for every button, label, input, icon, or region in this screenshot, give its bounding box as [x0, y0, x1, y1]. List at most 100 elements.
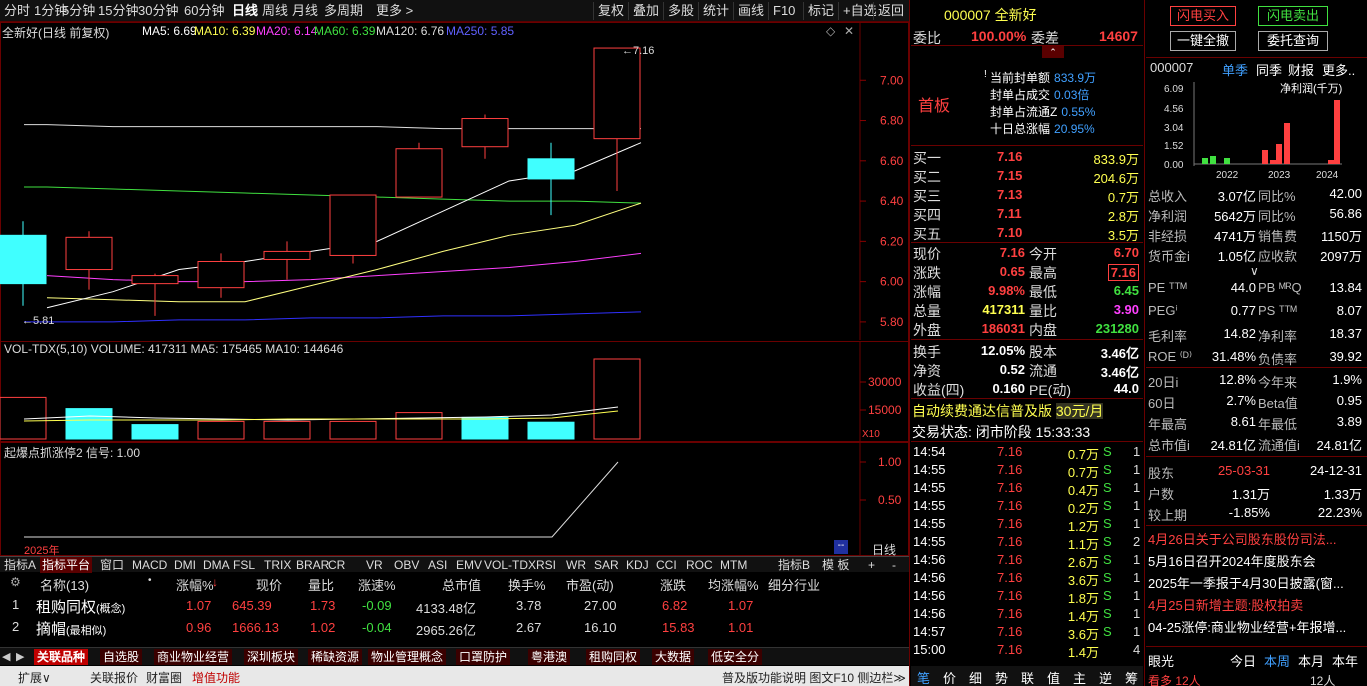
- table-header-8[interactable]: 涨跌: [660, 575, 686, 594]
- table-header-6[interactable]: 换手%: [508, 575, 546, 594]
- table-header-5[interactable]: 总市值: [442, 575, 481, 594]
- table-header-10[interactable]: 细分行业: [768, 575, 820, 594]
- cancel-all-button[interactable]: 一键全撤: [1170, 31, 1236, 51]
- bid-row[interactable]: 买二 7.15 204.6万: [911, 166, 1143, 186]
- indicator-tab-2[interactable]: 窗口: [100, 557, 124, 573]
- indicator-tab-7[interactable]: TRIX: [264, 557, 291, 573]
- fin-tab-0[interactable]: 单季: [1222, 60, 1248, 79]
- indicator-tab-22[interactable]: 指标B: [778, 557, 810, 573]
- period-tab-9[interactable]: 多周期: [324, 2, 363, 20]
- settings-icon[interactable]: ⚙: [10, 575, 21, 589]
- table-header-4[interactable]: 涨速%: [358, 575, 396, 594]
- news-item[interactable]: 04-25涨停:商业物业经营+年报增...: [1148, 617, 1366, 636]
- candlestick-chart[interactable]: 7.00 6.80 6.60 6.40 6.20 6.00 5.80 ←7.16 ←5.81: [0, 22, 909, 340]
- table-row[interactable]: 2 摘帽(最相似) 0.96 1666.13 1.02 -0.04 2965.26亿 2.67…: [0, 617, 909, 638]
- indicator-tab-25[interactable]: -: [892, 557, 896, 573]
- quote-tab-6[interactable]: 主: [1073, 668, 1086, 686]
- bottom-tab-5[interactable]: 物业管理概念: [368, 649, 447, 665]
- table-header-0[interactable]: 名称(13): [40, 575, 89, 594]
- indicator-tab-0[interactable]: 指标A: [4, 557, 36, 573]
- indicator-tab-11[interactable]: OBV: [394, 557, 419, 573]
- row-name[interactable]: 租购同权(概念): [36, 596, 125, 617]
- bottom-tab-0[interactable]: 关联品种: [34, 649, 89, 665]
- next-icon[interactable]: ▶: [16, 650, 24, 663]
- table-row[interactable]: 1 租购同权(概念) 1.07 645.39 1.73 -0.09 4133.48亿 3.78…: [0, 595, 909, 617]
- status-item-1[interactable]: 关联报价: [90, 669, 138, 686]
- toolbar-button-7[interactable]: +自选: [838, 2, 877, 20]
- indicator-tab-23[interactable]: 模 板: [822, 557, 849, 573]
- indicator-tab-16[interactable]: WR: [566, 557, 586, 573]
- period-tab-4[interactable]: 30分钟: [138, 2, 178, 20]
- period-tab-2[interactable]: 5分钟: [62, 2, 95, 20]
- table-header-9[interactable]: 均涨幅%: [708, 575, 759, 594]
- quote-tab-4[interactable]: 联: [1021, 668, 1034, 686]
- volume-bar[interactable]: [395, 412, 443, 440]
- bottom-tab-2[interactable]: 商业物业经营: [154, 649, 233, 665]
- period-tab-10[interactable]: 更多 >: [376, 2, 413, 20]
- indicator-tab-18[interactable]: KDJ: [626, 557, 649, 573]
- table-header-7[interactable]: 市盈(动): [566, 575, 614, 594]
- indicator-tab-14[interactable]: VOL-TDX: [484, 557, 536, 573]
- indicator-tab-15[interactable]: RSI: [536, 557, 556, 573]
- bottom-tab-4[interactable]: 稀缺资源: [308, 649, 363, 665]
- order-query-button[interactable]: 委托查询: [1258, 31, 1328, 51]
- period-tab-0[interactable]: 分时: [4, 2, 30, 20]
- fin-tab-2[interactable]: 财报: [1288, 60, 1314, 79]
- status-item-2[interactable]: 财富圈: [146, 669, 182, 686]
- indicator-tab-3[interactable]: MACD: [132, 557, 167, 573]
- indicator-tab-6[interactable]: FSL: [233, 557, 255, 573]
- indicator-tab-24[interactable]: +: [868, 557, 875, 573]
- quote-tab-8[interactable]: 筹: [1125, 668, 1138, 686]
- volume-bar[interactable]: [461, 416, 509, 440]
- indicator-tab-21[interactable]: MTM: [720, 557, 747, 573]
- period-tab-5[interactable]: 60分钟: [184, 2, 224, 20]
- toolbar-button-1[interactable]: 叠加: [628, 2, 659, 20]
- toolbar-button-8[interactable]: 返回: [873, 2, 904, 20]
- toolbar-button-4[interactable]: 画线: [733, 2, 764, 20]
- indicator-tab-10[interactable]: VR: [366, 557, 383, 573]
- candle[interactable]: [329, 194, 377, 256]
- candle[interactable]: [527, 158, 575, 180]
- bid-row[interactable]: 买一 7.16 833.9万: [911, 147, 1143, 167]
- range-tab-2[interactable]: 本月: [1298, 651, 1324, 670]
- flash-buy-button[interactable]: 闪电买入: [1170, 6, 1236, 26]
- toolbar-button-3[interactable]: 统计: [698, 2, 729, 20]
- candle[interactable]: [0, 234, 47, 285]
- status-item-3[interactable]: 增值功能: [192, 669, 240, 686]
- flash-sell-button[interactable]: 闪电卖出: [1258, 6, 1328, 26]
- toolbar-button-0[interactable]: 复权: [593, 2, 624, 20]
- candle[interactable]: [593, 47, 641, 140]
- indicator-tab-4[interactable]: DMI: [174, 557, 196, 573]
- indicator-tab-19[interactable]: CCI: [656, 557, 677, 573]
- indicator-tab-13[interactable]: EMV: [456, 557, 482, 573]
- indicator-tab-20[interactable]: ROC: [686, 557, 713, 573]
- bottom-tab-3[interactable]: 深圳板块: [244, 649, 299, 665]
- bottom-tab-9[interactable]: 大数据: [652, 649, 695, 665]
- status-item-4[interactable]: 普及版功能说明 图文F10 侧边栏≫: [722, 669, 906, 686]
- news-item[interactable]: 5月16日召开2024年度股东会: [1148, 551, 1366, 570]
- period-tab-6[interactable]: 日线: [232, 2, 258, 20]
- expand-icon[interactable]: ∨: [1250, 264, 1259, 278]
- period-tab-8[interactable]: 月线: [292, 2, 318, 20]
- bottom-tab-7[interactable]: 粤港澳: [528, 649, 571, 665]
- range-tab-0[interactable]: 今日: [1230, 651, 1256, 670]
- indicator-tab-8[interactable]: BRAR: [296, 557, 329, 573]
- indicator-tab-5[interactable]: DMA: [203, 557, 230, 573]
- quote-tab-7[interactable]: 逆: [1099, 668, 1112, 686]
- volume-bar[interactable]: [527, 421, 575, 440]
- prev-icon[interactable]: ◀: [2, 650, 10, 663]
- signal-chart[interactable]: 1.00 0.50: [0, 442, 909, 556]
- quote-tab-5[interactable]: 值: [1047, 668, 1060, 686]
- toolbar-button-2[interactable]: 多股: [663, 2, 694, 20]
- bottom-tab-8[interactable]: 租购同权: [586, 649, 641, 665]
- indicator-tab-17[interactable]: SAR: [594, 557, 619, 573]
- volume-chart[interactable]: 30000 15000 X10: [0, 341, 909, 442]
- period-tab-3[interactable]: 15分钟: [98, 2, 138, 20]
- collapse-icon[interactable]: ⌃: [1042, 46, 1064, 58]
- candle[interactable]: [461, 118, 509, 148]
- fin-tab-3[interactable]: 更多..: [1322, 60, 1355, 79]
- bid-row[interactable]: 买四 7.11 2.8万: [911, 204, 1143, 224]
- bottom-tab-10[interactable]: 低安全分: [708, 649, 763, 665]
- status-item-0[interactable]: 扩展∨: [18, 669, 51, 686]
- bottom-tab-1[interactable]: 自选股: [100, 649, 143, 665]
